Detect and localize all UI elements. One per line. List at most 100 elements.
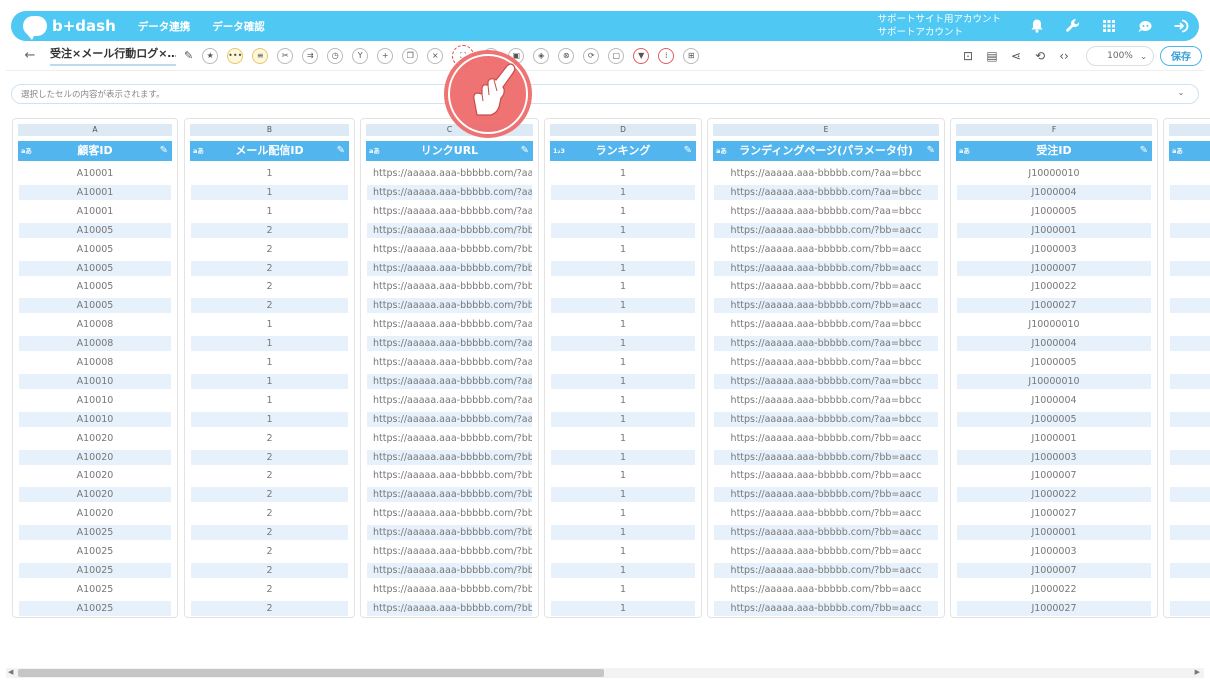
table-cell[interactable]: J10000010 bbox=[957, 166, 1151, 181]
table-cell[interactable]: 1 bbox=[191, 373, 348, 389]
column-letter[interactable]: B bbox=[190, 124, 349, 136]
table-cell[interactable]: J1000022 bbox=[957, 487, 1151, 503]
table-cell[interactable]: https://aaaaa.aaa-bbbbb.com/?aa=bbcc bbox=[714, 317, 938, 332]
table-cell[interactable]: 2 bbox=[191, 242, 348, 257]
table-cell[interactable]: 1 bbox=[191, 355, 348, 370]
table-cell[interactable]: 2 bbox=[191, 279, 348, 294]
column-letter[interactable]: A bbox=[18, 124, 172, 136]
table-cell[interactable] bbox=[1170, 222, 1210, 238]
account-info[interactable]: サポートサイト用アカウント サポートアカウント bbox=[877, 13, 1001, 39]
table-cell[interactable]: 2 bbox=[191, 544, 348, 559]
table-cell[interactable]: A10025 bbox=[19, 562, 171, 578]
column-letter[interactable]: F bbox=[956, 124, 1152, 136]
table-cell[interactable]: A10005 bbox=[19, 260, 171, 276]
table-cell[interactable]: A10010 bbox=[19, 393, 171, 408]
table-cell[interactable]: 1 bbox=[191, 166, 348, 181]
table-cell[interactable]: A10001 bbox=[19, 166, 171, 181]
table-cell[interactable]: J1000027 bbox=[957, 298, 1151, 314]
table-cell[interactable]: A10025 bbox=[19, 544, 171, 559]
horizontal-scrollbar[interactable]: ◀ ▶ bbox=[6, 668, 1204, 678]
table-cell[interactable]: A10020 bbox=[19, 431, 171, 446]
column-header[interactable]: aあ メール配信ID ✎ bbox=[190, 141, 349, 161]
table-cell[interactable]: A10001 bbox=[19, 204, 171, 219]
table-cell[interactable]: 1 bbox=[551, 487, 695, 503]
table-cell[interactable]: https://aaaaa.aaa-bbbbb.com/?bb=aacc bbox=[714, 506, 938, 521]
table-cell[interactable]: 1 bbox=[551, 431, 695, 446]
table-cell[interactable]: https://aaaaa.aaa-bbbbb.com/?bb=aacc bbox=[714, 468, 938, 483]
table-cell[interactable]: https://aaaaa.aaa-bbbbb.com/?bb=aacc bbox=[714, 544, 938, 559]
table-cell[interactable]: https://aaaaa.aaa-bbbbb.com/?bb=aacc bbox=[714, 279, 938, 294]
history-icon[interactable]: ⟲ bbox=[1032, 48, 1048, 64]
table-cell[interactable]: https://aaaaa.aaa-bbbbb.com/?aa=bbcc bbox=[714, 393, 938, 408]
table-cell[interactable]: 1 bbox=[551, 317, 695, 332]
table-cell[interactable] bbox=[1170, 373, 1210, 389]
table-cell[interactable]: A10020 bbox=[19, 487, 171, 503]
nav-data-check[interactable]: データ確認 bbox=[212, 19, 265, 34]
table-cell[interactable]: https://aaaaa.aaa-bbbbb.com/?bb=aacc bbox=[367, 525, 532, 541]
table-cell[interactable]: A10025 bbox=[19, 600, 171, 616]
table-cell[interactable]: 1 bbox=[551, 260, 695, 276]
table-cell[interactable]: 1 bbox=[551, 449, 695, 465]
table-cell[interactable]: 1 bbox=[191, 411, 348, 427]
table-cell[interactable]: J1000001 bbox=[957, 222, 1151, 238]
table-cell[interactable]: 2 bbox=[191, 582, 348, 597]
table-cell[interactable]: https://aaaaa.aaa-bbbbb.com/?bb=aacc bbox=[714, 242, 938, 257]
table-cell[interactable]: https://aaaaa.aaa-bbbbb.com/?bb=aacc bbox=[367, 562, 532, 578]
table-cell[interactable] bbox=[1170, 600, 1210, 616]
table-cell[interactable]: 1 bbox=[191, 393, 348, 408]
table-cell[interactable]: https://aaaaa.aaa-bbbbb.com/?bb=aacc bbox=[714, 562, 938, 578]
edit-column-icon[interactable]: ✎ bbox=[337, 141, 345, 161]
table-cell[interactable]: J10000010 bbox=[957, 317, 1151, 332]
table-cell[interactable]: https://aaaaa.aaa-bbbbb.com/?bb=aacc bbox=[367, 431, 532, 446]
table-cell[interactable]: https://aaaaa.aaa-bbbbb.com/?bb=aacc bbox=[367, 600, 532, 616]
table-cell[interactable]: 2 bbox=[191, 562, 348, 578]
group-icon[interactable]: ⁞ bbox=[658, 47, 675, 64]
table-cell[interactable]: 1 bbox=[191, 336, 348, 352]
table-cell[interactable]: https://aaaaa.aaa-bbbbb.com/?bb=aacc bbox=[367, 279, 532, 294]
table-cell[interactable]: https://aaaaa.aaa-bbbbb.com/?aa=bbcc bbox=[367, 393, 532, 408]
flow-icon[interactable]: ⊡ bbox=[960, 48, 976, 64]
column-header[interactable]: 1₂3 ランキング ✎ bbox=[550, 141, 696, 161]
table-cell[interactable]: 2 bbox=[191, 222, 348, 238]
table-cell[interactable]: 1 bbox=[551, 600, 695, 616]
table-cell[interactable]: J1000003 bbox=[957, 242, 1151, 257]
table-cell[interactable] bbox=[1170, 336, 1210, 352]
zoom-select[interactable]: 100% ⌄ bbox=[1086, 45, 1154, 66]
table-cell[interactable]: https://aaaaa.aaa-bbbbb.com/?bb=aacc bbox=[367, 260, 532, 276]
edit-column-icon[interactable]: ✎ bbox=[160, 141, 168, 161]
table-cell[interactable]: A10020 bbox=[19, 468, 171, 483]
table-cell[interactable]: 1 bbox=[551, 355, 695, 370]
favorite-star-icon[interactable]: ★ bbox=[202, 47, 219, 64]
table-cell[interactable]: J1000007 bbox=[957, 468, 1151, 483]
table-cell[interactable]: https://aaaaa.aaa-bbbbb.com/?bb=aacc bbox=[714, 449, 938, 465]
scroll-right-icon[interactable]: ▶ bbox=[1195, 668, 1200, 676]
table-cell[interactable]: A10005 bbox=[19, 222, 171, 238]
column-header[interactable]: aあ リンクURL ✎ bbox=[366, 141, 533, 161]
table-cell[interactable]: https://aaaaa.aaa-bbbbb.com/?bb=aacc bbox=[367, 544, 532, 559]
format-icon[interactable]: ▢ bbox=[608, 47, 625, 64]
split-column-icon[interactable]: ✂ bbox=[277, 47, 294, 64]
table-cell[interactable]: 2 bbox=[191, 468, 348, 483]
exclude-icon[interactable]: ⊗ bbox=[558, 47, 575, 64]
table-cell[interactable] bbox=[1170, 449, 1210, 465]
grid-menu-icon[interactable] bbox=[1101, 18, 1117, 34]
table-cell[interactable]: 1 bbox=[551, 544, 695, 559]
table-cell[interactable]: 1 bbox=[551, 222, 695, 238]
table-cell[interactable]: J1000003 bbox=[957, 544, 1151, 559]
column-letter[interactable]: E bbox=[713, 124, 939, 136]
table-cell[interactable]: J1000007 bbox=[957, 562, 1151, 578]
table-cell[interactable]: A10008 bbox=[19, 317, 171, 332]
table-cell[interactable] bbox=[1170, 184, 1210, 200]
table-cell[interactable]: 1 bbox=[551, 393, 695, 408]
table-cell[interactable]: https://aaaaa.aaa-bbbbb.com/?bb=aacc bbox=[367, 222, 532, 238]
share-icon[interactable]: ⋖ bbox=[1008, 48, 1024, 64]
app-logo[interactable]: b+dash bbox=[23, 16, 116, 40]
table-cell[interactable]: 2 bbox=[191, 506, 348, 521]
table-cell[interactable]: https://aaaaa.aaa-bbbbb.com/?aa=bbcc bbox=[367, 317, 532, 332]
table-cell[interactable]: A10008 bbox=[19, 355, 171, 370]
table-cell[interactable]: A10008 bbox=[19, 336, 171, 352]
table-cell[interactable]: https://aaaaa.aaa-bbbbb.com/?aa=bbcc bbox=[367, 184, 532, 200]
memo-icon[interactable]: ≡ bbox=[252, 47, 269, 64]
table-cell[interactable]: 1 bbox=[551, 204, 695, 219]
table-cell[interactable]: 1 bbox=[191, 184, 348, 200]
